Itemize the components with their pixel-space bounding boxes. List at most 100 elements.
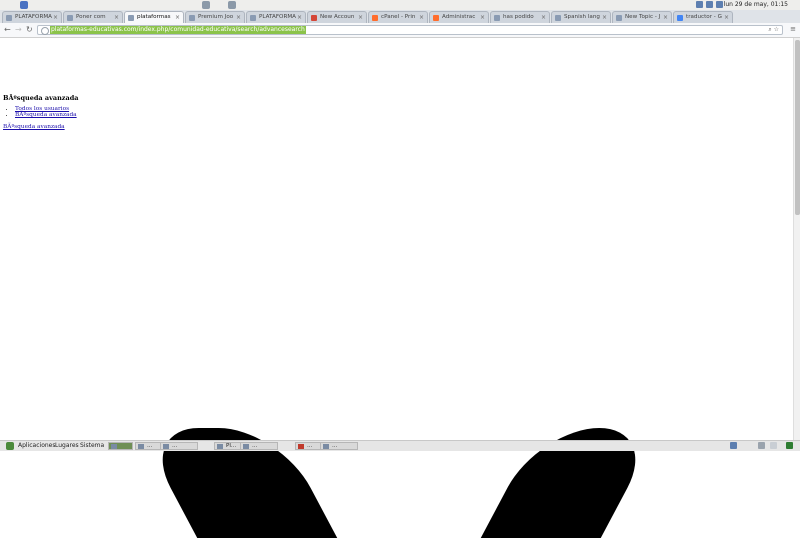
tab-label: New Accoun [320,14,355,20]
window-icon [111,444,117,449]
google-icon [677,15,683,21]
close-icon[interactable]: × [53,12,58,23]
back-button[interactable]: ← [4,25,11,35]
favicon-icon [189,15,195,21]
tab-6[interactable]: New Accoun × [307,11,367,23]
page-content: BÃºsqueda avanzada Todos los usuarios BÃ… [0,38,793,538]
launcher-icon-3[interactable] [228,1,236,9]
bottom-panel: Aplicaciones Lugares Sistema ... ... Pl.… [0,440,800,451]
tab-4[interactable]: Premium Joo × [185,11,245,23]
task-label: ... [332,443,338,449]
task-label: ... [252,443,258,449]
workspace-icon[interactable] [758,442,765,449]
close-icon[interactable]: × [358,12,363,23]
address-bar[interactable]: plataformas-educativas.com/index.php/com… [37,25,783,35]
close-icon[interactable]: × [541,12,546,23]
taskbar-button-7[interactable]: ... [320,442,358,450]
advanced-search-link[interactable]: BÃºsqueda avanzada [15,112,77,118]
tab-3-active[interactable]: plataformas × [124,11,184,23]
favicon-icon [494,15,500,21]
favicon-icon [616,15,622,21]
tab-strip: PLATAFORMA × Poner com × plataformas × P… [0,10,800,23]
star-icon[interactable]: ☆ [774,26,779,33]
task-label: Pl... [226,443,237,449]
tab-label: New Topic - J [625,14,661,20]
advanced-search-bottom-link[interactable]: BÃºsqueda avanzada [3,124,65,130]
workspace-icon-2[interactable] [770,442,777,449]
favicon-icon [128,15,134,21]
tab-8[interactable]: Administrac × [429,11,489,23]
scrollbar-thumb[interactable] [795,40,800,215]
task-label: ... [307,443,313,449]
menu-system[interactable]: Sistema [80,442,104,449]
tab-1[interactable]: PLATAFORMA × [2,11,62,23]
url-text[interactable]: plataformas-educativas.com/index.php/com… [50,26,306,34]
task-label: ... [147,443,153,449]
list-item: BÃºsqueda avanzada [15,112,77,118]
tab-5[interactable]: PLATAFORMA × [246,11,306,23]
tab-10[interactable]: Spanish lang × [551,11,611,23]
clipboard-icon[interactable] [706,1,713,8]
favicon-icon [555,15,561,21]
task-label: ... [172,443,178,449]
tab-label: cPanel - Prin [381,14,416,20]
menu-applications[interactable]: Aplicaciones [18,442,55,449]
tab-2[interactable]: Poner com × [63,11,123,23]
cpanel-icon [433,15,439,21]
tab-label: PLATAFORMA [15,14,52,20]
tab-label: plataformas [137,14,171,20]
tab-label: Administrac [442,14,476,20]
tab-label: Premium Joo [198,14,234,20]
vertical-scrollbar[interactable] [793,38,800,440]
taskbar-button-5[interactable]: ... [240,442,278,450]
menu-button[interactable]: ≡ [790,25,796,33]
clock[interactable]: lun 29 de may, 01:15 [724,1,788,8]
close-icon[interactable]: × [175,12,180,23]
window-icon [217,444,223,449]
taskbar-button-1[interactable] [108,442,133,450]
close-icon[interactable]: × [236,12,241,23]
network-icon[interactable] [696,1,703,8]
close-icon[interactable]: × [724,12,729,23]
close-icon[interactable]: × [663,12,668,23]
cpanel-icon [372,15,378,21]
omnibox-tools: ⌕ ☆ [768,26,779,34]
favicon-icon [67,15,73,21]
forward-button[interactable]: → [15,25,22,35]
gmail-icon [311,15,317,21]
tab-label: traductor - G [686,14,722,20]
page-link-list: Todos los usuarios BÃºsqueda avanzada [15,106,77,118]
menu-places[interactable]: Lugares [55,442,79,449]
tab-label: Spanish lang [564,14,600,20]
taskbar-button-3[interactable]: ... [160,442,198,450]
page-info-icon[interactable] [41,27,49,35]
close-icon[interactable]: × [114,12,119,23]
tab-7[interactable]: cPanel - Prin × [368,11,428,23]
close-icon[interactable]: × [419,12,424,23]
tab-9[interactable]: has podido × [490,11,550,23]
network-icon[interactable] [730,442,737,449]
trash-icon[interactable] [786,442,793,449]
launcher-icon-2[interactable] [202,1,210,9]
launcher-icon[interactable] [20,1,28,9]
close-icon[interactable]: × [602,12,607,23]
tab-label: has podido [503,14,534,20]
window-icon [323,444,329,449]
tab-label: PLATAFORMA [259,14,296,20]
window-icon [163,444,169,449]
volume-icon[interactable] [716,1,723,8]
tab-12[interactable]: traductor - G × [673,11,733,23]
tab-label: Poner com [76,14,106,20]
close-icon[interactable]: × [480,12,485,23]
window-icon [138,444,144,449]
applications-icon[interactable] [6,442,14,450]
browser-toolbar: ← → ↻ plataformas-educativas.com/index.p… [0,23,800,38]
reload-button[interactable]: ↻ [26,25,33,35]
window-icon [243,444,249,449]
page-heading: BÃºsqueda avanzada [3,94,79,102]
favicon-icon [250,15,256,21]
search-icon[interactable]: ⌕ [768,26,771,33]
window-icon [298,444,304,449]
tab-11[interactable]: New Topic - J × [612,11,672,23]
close-icon[interactable]: × [297,12,302,23]
